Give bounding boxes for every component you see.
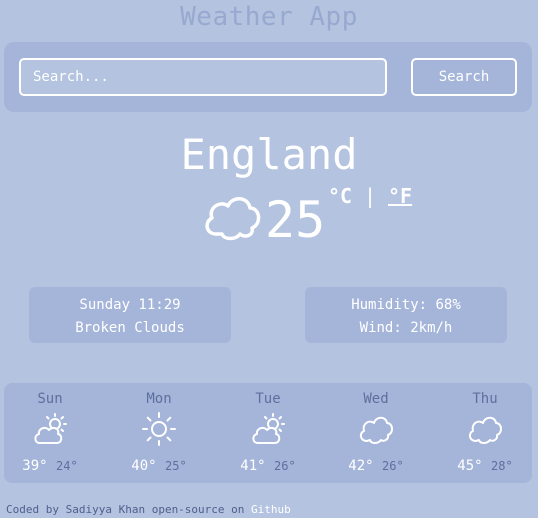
wind-label: Wind: 2km/h (359, 320, 453, 336)
search-input[interactable] (19, 58, 387, 96)
forecast-low: 24° (56, 459, 78, 473)
forecast-high: 41° (240, 458, 266, 474)
datetime-label: Sunday 11:29 (79, 297, 181, 313)
forecast-low: 28° (491, 459, 513, 473)
footer: Coded by Sadiyya Khan open-source on Git… (6, 503, 291, 516)
forecast-temps: 41° 26° (218, 458, 318, 474)
forecast-low: 26° (382, 459, 404, 473)
cloud-icon (467, 411, 503, 447)
github-link[interactable]: Github (251, 503, 291, 516)
forecast-day-name: Thu (472, 391, 498, 407)
forecast-high: 39° (22, 458, 48, 474)
humidity-label: Humidity: 68% (351, 297, 461, 313)
forecast-temps: 45° 28° (435, 458, 535, 474)
cloud-icon (202, 190, 262, 242)
sun-icon (141, 411, 177, 447)
forecast-high: 42° (348, 458, 374, 474)
forecast-day-name: Wed (363, 391, 389, 407)
footer-text: Coded by Sadiyya Khan open-source on (6, 503, 245, 516)
partly-sunny-icon (250, 411, 286, 447)
forecast-temps: 40° 25° (109, 458, 209, 474)
forecast-low: 25° (165, 459, 187, 473)
current-temperature: 25 (265, 191, 326, 249)
partly-sunny-icon (32, 411, 68, 447)
forecast-day: Tue 41° 26° (218, 383, 318, 483)
forecast-day: Sun 39° 24° (0, 383, 100, 483)
forecast-temps: 42° 26° (326, 458, 426, 474)
forecast-high: 40° (131, 458, 157, 474)
forecast-panel: Sun 39° 24° Mon 40° 25° Tue 41° 26° Wed … (4, 383, 532, 483)
search-button[interactable]: Search (411, 58, 517, 96)
forecast-day-name: Tue (255, 391, 281, 407)
forecast-low: 26° (274, 459, 296, 473)
cloud-icon (358, 411, 394, 447)
forecast-day-name: Sun (37, 391, 63, 407)
fahrenheit-toggle[interactable]: °F (388, 184, 412, 208)
conditions-card: Humidity: 68% Wind: 2km/h (305, 287, 507, 343)
search-panel: Search (4, 42, 532, 112)
celsius-unit: °C (328, 184, 353, 208)
weather-description: Broken Clouds (75, 320, 185, 336)
forecast-temps: 39° 24° (0, 458, 100, 474)
forecast-day-name: Mon (146, 391, 172, 407)
city-name: England (180, 130, 358, 179)
forecast-day: Wed 42° 26° (326, 383, 426, 483)
forecast-high: 45° (457, 458, 483, 474)
forecast-day: Thu 45° 28° (435, 383, 535, 483)
forecast-day: Mon 40° 25° (109, 383, 209, 483)
datetime-card: Sunday 11:29 Broken Clouds (29, 287, 231, 343)
unit-separator: | (364, 184, 377, 208)
app-title: Weather App (180, 2, 358, 32)
